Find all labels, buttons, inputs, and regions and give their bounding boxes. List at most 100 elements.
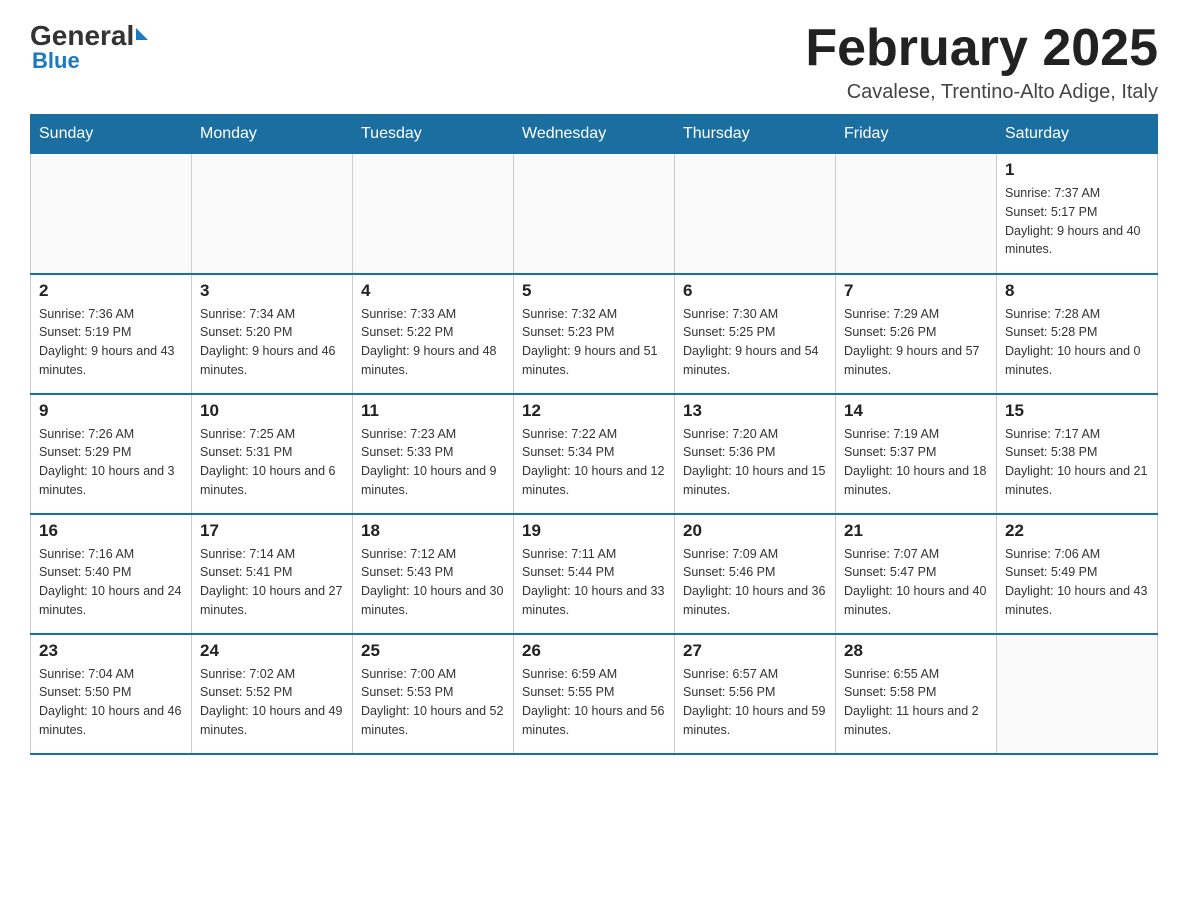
day-info: Sunrise: 7:29 AMSunset: 5:26 PMDaylight:… (844, 305, 988, 380)
day-number: 25 (361, 641, 505, 661)
day-number: 15 (1005, 401, 1149, 421)
calendar-cell: 24 Sunrise: 7:02 AMSunset: 5:52 PMDayligh… (192, 634, 353, 754)
day-info: Sunrise: 7:23 AMSunset: 5:33 PMDaylight:… (361, 425, 505, 500)
calendar-cell: 8Sunrise: 7:28 AMSunset: 5:28 PMDaylight… (997, 274, 1158, 394)
day-number: 13 (683, 401, 827, 421)
day-info: Sunrise: 7:30 AMSunset: 5:25 PMDaylight:… (683, 305, 827, 380)
logo-arrow-icon (136, 28, 148, 40)
calendar-cell: 28 Sunrise: 6:55 AMSunset: 5:58 PMDayligh… (836, 634, 997, 754)
weekday-header-tuesday: Tuesday (353, 115, 514, 154)
calendar-header: SundayMondayTuesdayWednesdayThursdayFrid… (31, 115, 1158, 154)
day-info: Sunrise: 7:00 AMSunset: 5:53 PMDaylight:… (361, 665, 505, 740)
day-number: 9 (39, 401, 183, 421)
calendar-cell: 21 Sunrise: 7:07 AMSunset: 5:47 PMDayligh… (836, 514, 997, 634)
day-info: Sunrise: 7:20 AMSunset: 5:36 PMDaylight:… (683, 425, 827, 500)
logo: General Blue (30, 20, 148, 74)
day-info: Sunrise: 7:16 AMSunset: 5:40 PMDaylight:… (39, 545, 183, 620)
day-number: 3 (200, 281, 344, 301)
day-number: 16 (39, 521, 183, 541)
calendar-cell: 17Sunrise: 7:14 AMSunset: 5:41 PMDayligh… (192, 514, 353, 634)
day-info: Sunrise: 6:57 AMSunset: 5:56 PMDaylight:… (683, 665, 827, 740)
calendar-cell (31, 154, 192, 274)
day-number: 26 (522, 641, 666, 661)
day-info: Sunrise: 7:26 AMSunset: 5:29 PMDaylight:… (39, 425, 183, 500)
day-info: Sunrise: 7:12 AMSunset: 5:43 PMDaylight:… (361, 545, 505, 620)
calendar-cell: 5Sunrise: 7:32 AMSunset: 5:23 PMDaylight… (514, 274, 675, 394)
day-info: Sunrise: 7:06 AMSunset: 5:49 PMDaylight:… (1005, 545, 1149, 620)
calendar-cell: 12 Sunrise: 7:22 AMSunset: 5:34 PMDayligh… (514, 394, 675, 514)
day-number: 12 (522, 401, 666, 421)
day-info: Sunrise: 7:37 AMSunset: 5:17 PMDaylight:… (1005, 184, 1149, 259)
day-number: 28 (844, 641, 988, 661)
month-title: February 2025 (805, 20, 1158, 77)
calendar-cell (836, 154, 997, 274)
weekday-header-wednesday: Wednesday (514, 115, 675, 154)
day-info: Sunrise: 7:22 AMSunset: 5:34 PMDaylight:… (522, 425, 666, 500)
day-number: 23 (39, 641, 183, 661)
day-info: Sunrise: 7:14 AMSunset: 5:41 PMDaylight:… (200, 545, 344, 620)
calendar-cell (192, 154, 353, 274)
weekday-header-thursday: Thursday (675, 115, 836, 154)
day-info: Sunrise: 7:19 AMSunset: 5:37 PMDaylight:… (844, 425, 988, 500)
calendar-cell (675, 154, 836, 274)
calendar-cell: 14 Sunrise: 7:19 AMSunset: 5:37 PMDayligh… (836, 394, 997, 514)
logo-blue-label: Blue (32, 48, 80, 74)
calendar-week-row: 9 Sunrise: 7:26 AMSunset: 5:29 PMDaylight… (31, 394, 1158, 514)
day-info: Sunrise: 7:11 AMSunset: 5:44 PMDaylight:… (522, 545, 666, 620)
calendar-cell: 25 Sunrise: 7:00 AMSunset: 5:53 PMDayligh… (353, 634, 514, 754)
day-info: Sunrise: 7:04 AMSunset: 5:50 PMDaylight:… (39, 665, 183, 740)
calendar-table: SundayMondayTuesdayWednesdayThursdayFrid… (30, 114, 1158, 755)
calendar-cell: 4 Sunrise: 7:33 AMSunset: 5:22 PMDaylight… (353, 274, 514, 394)
weekday-header-monday: Monday (192, 115, 353, 154)
day-info: Sunrise: 7:33 AMSunset: 5:22 PMDaylight:… (361, 305, 505, 380)
calendar-cell: 22 Sunrise: 7:06 AMSunset: 5:49 PMDayligh… (997, 514, 1158, 634)
calendar-week-row: 1Sunrise: 7:37 AMSunset: 5:17 PMDaylight… (31, 154, 1158, 274)
weekday-header-sunday: Sunday (31, 115, 192, 154)
weekday-header-friday: Friday (836, 115, 997, 154)
day-info: Sunrise: 7:32 AMSunset: 5:23 PMDaylight:… (522, 305, 666, 380)
calendar-cell: 13 Sunrise: 7:20 AMSunset: 5:36 PMDayligh… (675, 394, 836, 514)
calendar-cell: 6Sunrise: 7:30 AMSunset: 5:25 PMDaylight… (675, 274, 836, 394)
day-number: 4 (361, 281, 505, 301)
calendar-cell (997, 634, 1158, 754)
day-info: Sunrise: 7:02 AMSunset: 5:52 PMDaylight:… (200, 665, 344, 740)
calendar-cell: 15 Sunrise: 7:17 AMSunset: 5:38 PMDayligh… (997, 394, 1158, 514)
calendar-cell: 18 Sunrise: 7:12 AMSunset: 5:43 PMDayligh… (353, 514, 514, 634)
calendar-cell: 20Sunrise: 7:09 AMSunset: 5:46 PMDayligh… (675, 514, 836, 634)
day-number: 2 (39, 281, 183, 301)
day-info: Sunrise: 6:59 AMSunset: 5:55 PMDaylight:… (522, 665, 666, 740)
calendar-week-row: 23 Sunrise: 7:04 AMSunset: 5:50 PMDayligh… (31, 634, 1158, 754)
calendar-cell (514, 154, 675, 274)
day-number: 22 (1005, 521, 1149, 541)
calendar-cell: 7Sunrise: 7:29 AMSunset: 5:26 PMDaylight… (836, 274, 997, 394)
day-info: Sunrise: 7:34 AMSunset: 5:20 PMDaylight:… (200, 305, 344, 380)
day-info: Sunrise: 7:36 AMSunset: 5:19 PMDaylight:… (39, 305, 183, 380)
day-info: Sunrise: 6:55 AMSunset: 5:58 PMDaylight:… (844, 665, 988, 740)
calendar-cell: 26 Sunrise: 6:59 AMSunset: 5:55 PMDayligh… (514, 634, 675, 754)
day-number: 21 (844, 521, 988, 541)
day-number: 18 (361, 521, 505, 541)
day-info: Sunrise: 7:17 AMSunset: 5:38 PMDaylight:… (1005, 425, 1149, 500)
calendar-cell: 2 Sunrise: 7:36 AMSunset: 5:19 PMDaylight… (31, 274, 192, 394)
day-number: 27 (683, 641, 827, 661)
page-header: General Blue February 2025 Cavalese, Tre… (30, 20, 1158, 104)
day-info: Sunrise: 7:25 AMSunset: 5:31 PMDaylight:… (200, 425, 344, 500)
day-number: 14 (844, 401, 988, 421)
day-number: 24 (200, 641, 344, 661)
calendar-cell: 10 Sunrise: 7:25 AMSunset: 5:31 PMDayligh… (192, 394, 353, 514)
weekday-header-saturday: Saturday (997, 115, 1158, 154)
calendar-cell (353, 154, 514, 274)
day-number: 11 (361, 401, 505, 421)
day-number: 8 (1005, 281, 1149, 301)
day-number: 10 (200, 401, 344, 421)
calendar-cell: 19 Sunrise: 7:11 AMSunset: 5:44 PMDayligh… (514, 514, 675, 634)
weekday-header-row: SundayMondayTuesdayWednesdayThursdayFrid… (31, 115, 1158, 154)
calendar-body: 1Sunrise: 7:37 AMSunset: 5:17 PMDaylight… (31, 154, 1158, 754)
calendar-cell: 3 Sunrise: 7:34 AMSunset: 5:20 PMDaylight… (192, 274, 353, 394)
day-number: 19 (522, 521, 666, 541)
title-section: February 2025 Cavalese, Trentino-Alto Ad… (805, 20, 1158, 104)
calendar-week-row: 16 Sunrise: 7:16 AMSunset: 5:40 PMDayligh… (31, 514, 1158, 634)
day-info: Sunrise: 7:07 AMSunset: 5:47 PMDaylight:… (844, 545, 988, 620)
calendar-cell: 9 Sunrise: 7:26 AMSunset: 5:29 PMDaylight… (31, 394, 192, 514)
calendar-cell: 16 Sunrise: 7:16 AMSunset: 5:40 PMDayligh… (31, 514, 192, 634)
